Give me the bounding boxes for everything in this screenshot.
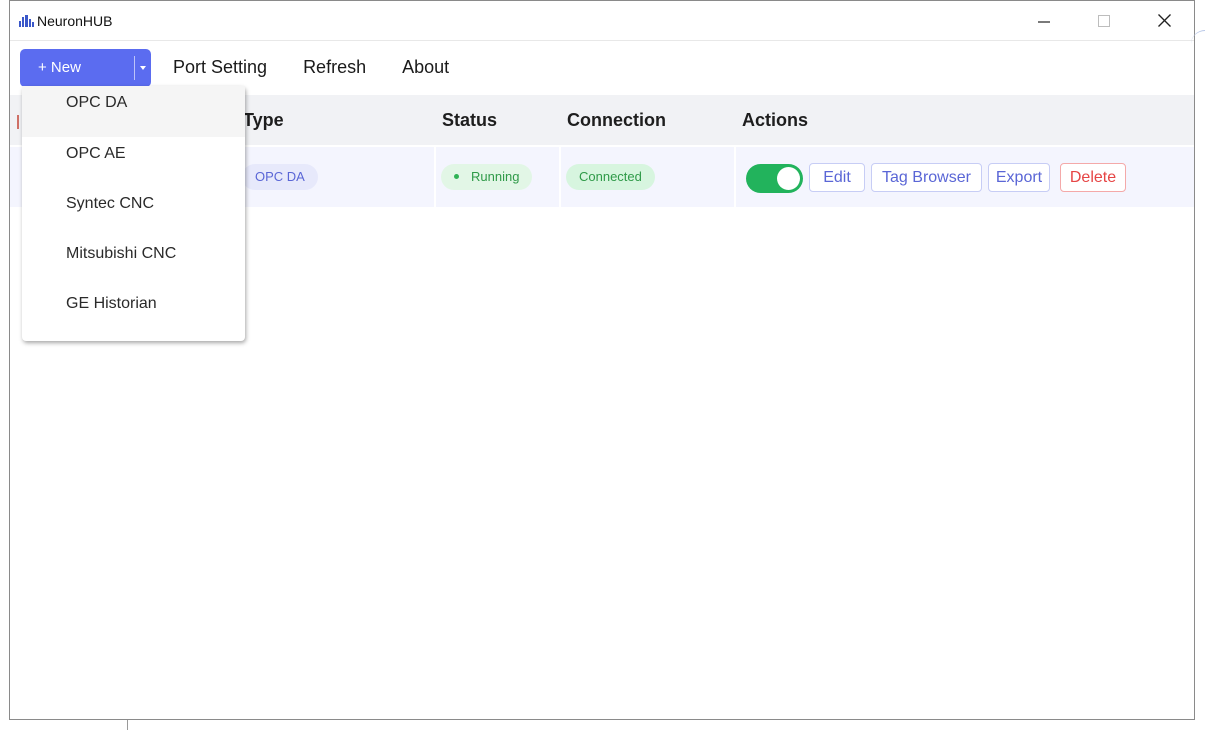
minimize-button[interactable] <box>1014 1 1074 40</box>
window-controls <box>1014 1 1194 40</box>
port-setting-link[interactable]: Port Setting <box>173 57 267 78</box>
edit-button[interactable]: Edit <box>809 163 865 192</box>
maximize-button[interactable] <box>1074 1 1134 40</box>
export-button[interactable]: Export <box>988 163 1050 192</box>
dropdown-item-ge-historian[interactable]: GE Historian <box>22 287 245 337</box>
cell-divider <box>434 147 436 207</box>
column-header-type[interactable]: Type <box>243 95 284 145</box>
neuron-logo-icon <box>19 14 35 27</box>
dropdown-item-syntec-cnc[interactable]: Syntec CNC <box>22 187 245 237</box>
new-dropdown-toggle[interactable] <box>135 65 151 71</box>
connection-badge: Connected <box>566 164 655 190</box>
new-type-dropdown: OPC DA OPC AE Syntec CNC Mitsubishi CNC … <box>22 86 245 341</box>
column-header-edge <box>17 115 19 129</box>
maximize-icon <box>1098 14 1110 27</box>
minimize-icon <box>1038 20 1050 23</box>
column-header-actions[interactable]: Actions <box>742 95 808 145</box>
enable-toggle[interactable] <box>746 164 803 193</box>
about-link[interactable]: About <box>402 57 449 78</box>
status-dot-icon <box>454 174 459 180</box>
refresh-link[interactable]: Refresh <box>303 57 366 78</box>
background-window-edge <box>127 719 128 730</box>
dropdown-item-opc-ae[interactable]: OPC AE <box>22 137 245 187</box>
type-badge: OPC DA <box>242 164 318 190</box>
app-title: NeuronHUB <box>37 12 113 29</box>
cell-divider <box>734 147 736 207</box>
status-text: Running <box>471 169 520 184</box>
close-button[interactable] <box>1134 1 1194 40</box>
cell-divider <box>559 147 561 207</box>
caret-down-icon <box>140 65 146 70</box>
status-badge: Running <box>441 164 533 190</box>
toggle-knob <box>777 167 800 190</box>
app-window: NeuronHUB + New Port Setting Refresh Abo… <box>9 0 1195 720</box>
tag-browser-button[interactable]: Tag Browser <box>871 163 982 192</box>
new-connection-button[interactable]: + New <box>20 48 151 87</box>
dropdown-item-mitsubishi-cnc[interactable]: Mitsubishi CNC <box>22 237 245 287</box>
column-header-connection[interactable]: Connection <box>567 95 666 145</box>
column-header-status[interactable]: Status <box>442 95 497 145</box>
delete-button[interactable]: Delete <box>1060 163 1126 192</box>
close-icon <box>1157 14 1171 27</box>
new-button-label[interactable]: + New <box>20 59 126 76</box>
title-bar[interactable]: NeuronHUB <box>10 1 1194 41</box>
dropdown-item-opc-da[interactable]: OPC DA <box>22 86 245 137</box>
